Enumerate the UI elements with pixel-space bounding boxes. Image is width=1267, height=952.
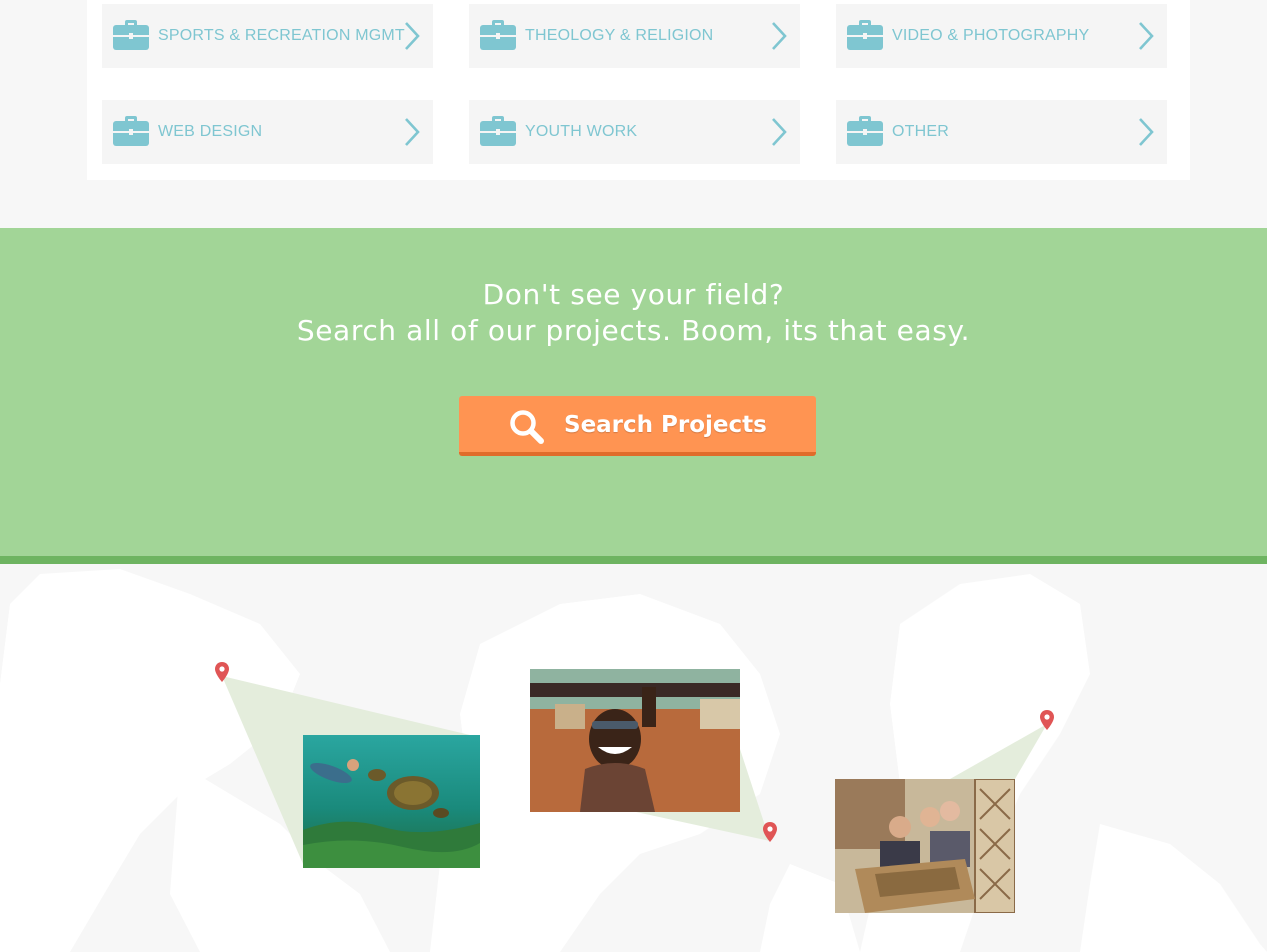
- category-label: OTHER: [892, 123, 949, 140]
- category-web-design[interactable]: WEB DESIGN: [102, 100, 433, 164]
- briefcase-icon: [113, 116, 149, 146]
- category-label: WEB DESIGN: [158, 123, 263, 140]
- category-youth-work[interactable]: YOUTH WORK: [469, 100, 800, 164]
- map-pin-icon[interactable]: [763, 822, 777, 842]
- briefcase-icon: [847, 20, 883, 50]
- category-label: THEOLOGY & RELIGION: [525, 27, 714, 44]
- briefcase-icon: [113, 20, 149, 50]
- category-sports-recreation[interactable]: SPORTS & RECREATION MGMT: [102, 4, 433, 68]
- chevron-right-icon: [772, 22, 787, 50]
- chevron-right-icon: [405, 118, 420, 146]
- map-pin-icon[interactable]: [215, 662, 229, 682]
- briefcase-icon: [480, 20, 516, 50]
- search-projects-label: Search Projects: [564, 412, 767, 438]
- search-projects-button[interactable]: Search Projects: [459, 396, 816, 456]
- category-video-photography[interactable]: VIDEO & PHOTOGRAPHY: [836, 4, 1167, 68]
- field-categories-section: SPORTS & RECREATION MGMT THEOLOGY & RELI…: [0, 0, 1267, 228]
- chevron-right-icon: [405, 22, 420, 50]
- chevron-right-icon: [1139, 118, 1154, 146]
- chevron-right-icon: [772, 118, 787, 146]
- photo-smiling-man[interactable]: [530, 669, 740, 812]
- category-label: SPORTS & RECREATION MGMT: [158, 27, 405, 44]
- chevron-right-icon: [1139, 22, 1154, 50]
- category-label: YOUTH WORK: [525, 123, 638, 140]
- cta-subheadline: Search all of our projects. Boom, its th…: [296, 314, 971, 347]
- category-label: VIDEO & PHOTOGRAPHY: [892, 27, 1090, 44]
- projects-world-map: [0, 564, 1267, 952]
- photo-architecture-students[interactable]: [835, 779, 1015, 913]
- map-pin-icon[interactable]: [1040, 710, 1054, 730]
- category-theology-religion[interactable]: THEOLOGY & RELIGION: [469, 4, 800, 68]
- briefcase-icon: [847, 116, 883, 146]
- photo-turtle-snorkel[interactable]: [303, 735, 480, 868]
- categories-panel: SPORTS & RECREATION MGMT THEOLOGY & RELI…: [87, 0, 1190, 180]
- briefcase-icon: [480, 116, 516, 146]
- cta-headline: Don't see your field?: [482, 278, 785, 311]
- search-cta-banner: Don't see your field? Search all of our …: [0, 228, 1267, 564]
- category-other[interactable]: OTHER: [836, 100, 1167, 164]
- search-icon: [510, 410, 544, 444]
